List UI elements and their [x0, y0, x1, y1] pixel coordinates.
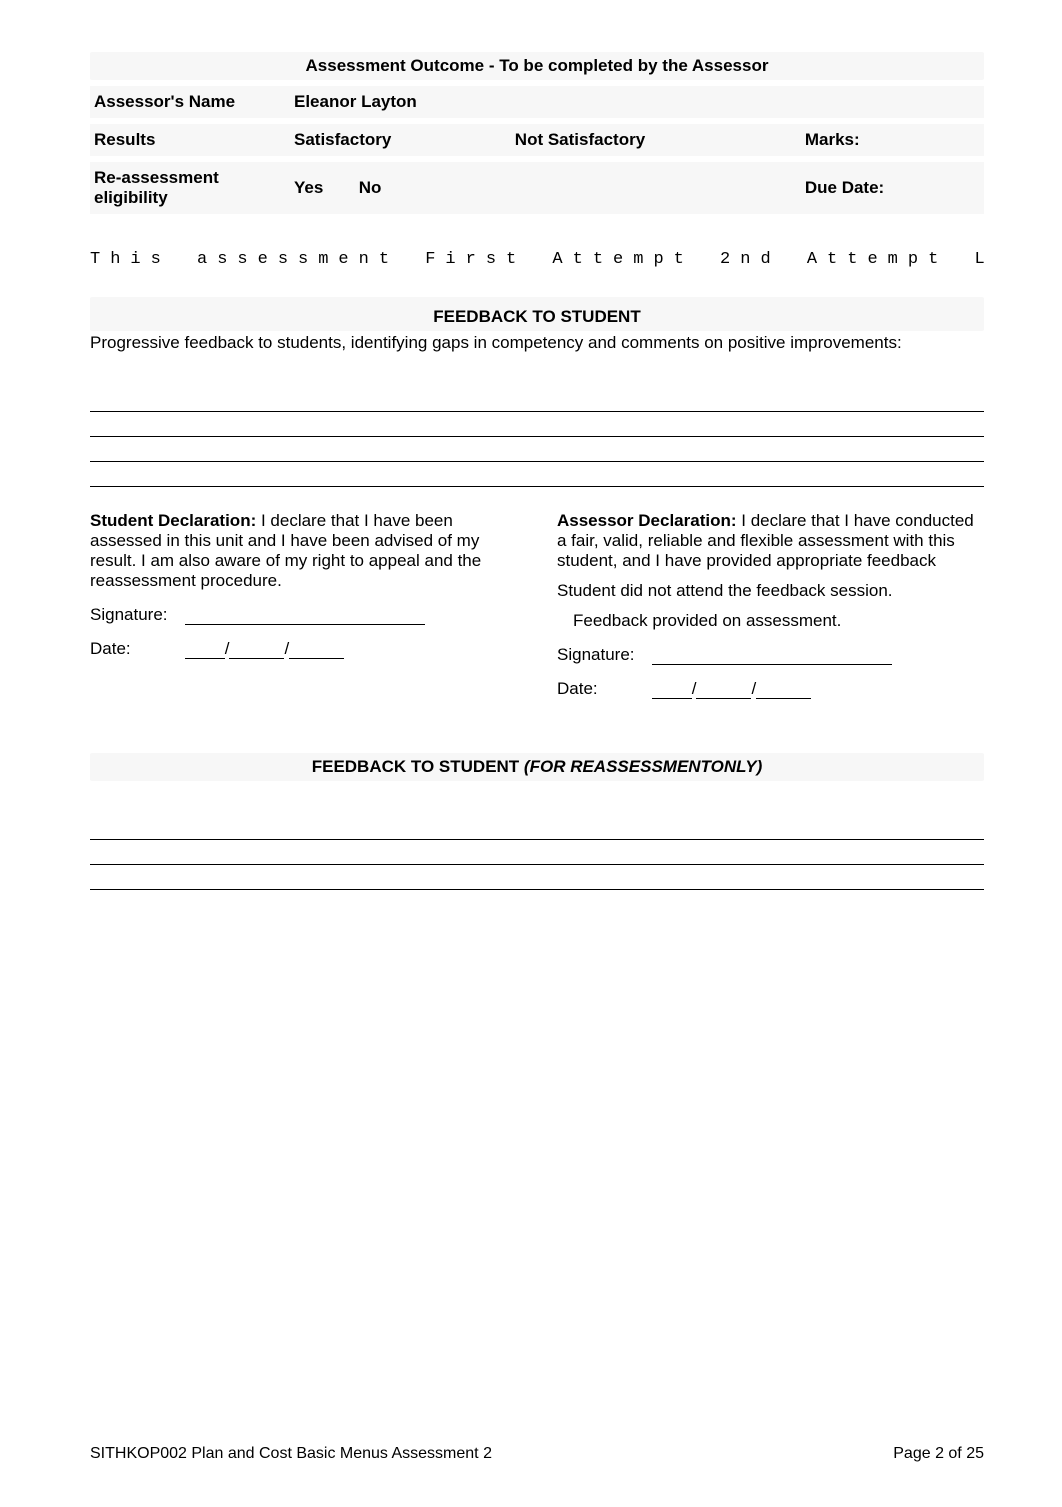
feedback-line — [90, 436, 984, 437]
assessor-opt-no-attend: Student did not attend the feedback sess… — [557, 581, 984, 601]
reassess-heading-band: FEEDBACK TO STUDENT (FOR REASSESSMENTONL… — [90, 753, 984, 781]
assessor-date-month[interactable] — [696, 682, 751, 699]
student-signature-row: Signature: — [90, 605, 517, 625]
reassess-line — [90, 839, 984, 840]
reassess-no: No — [359, 178, 382, 197]
assessor-date-day[interactable] — [652, 682, 692, 699]
declarations-row: Student Declaration: I declare that I ha… — [90, 511, 984, 699]
assessor-signature-field[interactable] — [652, 648, 892, 665]
footer-left: SITHKOP002 Plan and Cost Basic Menus Ass… — [90, 1445, 492, 1463]
feedback-line — [90, 486, 984, 487]
outcome-table: Assessor's Name Eleanor Layton Results S… — [90, 80, 984, 220]
assessor-name-value: Eleanor Layton — [290, 86, 984, 118]
assessor-signature-label: Signature: — [557, 645, 647, 665]
assessor-date-row: Date: // — [557, 679, 984, 699]
student-decl-label: Student Declaration: — [90, 511, 256, 530]
marks-label: Marks: — [801, 124, 984, 156]
footer-right: Page 2 of 25 — [893, 1445, 984, 1463]
table-row: Results Satisfactory Not Satisfactory Ma… — [90, 124, 984, 156]
outcome-heading: Assessment Outcome - To be completed by … — [96, 56, 978, 76]
table-row: Assessor's Name Eleanor Layton — [90, 86, 984, 118]
assessor-declaration: Assessor Declaration: I declare that I h… — [557, 511, 984, 699]
reassess-block: FEEDBACK TO STUDENT (FOR REASSESSMENTONL… — [90, 753, 984, 890]
reassess-line — [90, 864, 984, 865]
reassess-eligibility-label: Re-assessment eligibility — [90, 162, 290, 214]
reassess-heading-plain: FEEDBACK TO STUDENT — [312, 757, 524, 776]
assessor-signature-row: Signature: — [557, 645, 984, 665]
assessor-decl-label: Assessor Declaration: — [557, 511, 737, 530]
student-date-month[interactable] — [229, 642, 284, 659]
student-date-row: Date: // — [90, 639, 517, 659]
attempt-line: This assessment First Attempt 2nd Attemp… — [90, 250, 984, 269]
outcome-heading-band: Assessment Outcome - To be completed by … — [90, 52, 984, 80]
feedback-heading: FEEDBACK TO STUDENT — [96, 307, 978, 327]
feedback-heading-band: FEEDBACK TO STUDENT — [90, 297, 984, 331]
table-row: Re-assessment eligibility Yes No Due Dat… — [90, 162, 984, 214]
student-signature-label: Signature: — [90, 605, 180, 625]
results-satisfactory: Satisfactory — [290, 124, 511, 156]
student-signature-field[interactable] — [185, 608, 425, 625]
reassess-heading-ital: (FOR REASSESSMENTONLY) — [524, 757, 762, 776]
assessor-date-year[interactable] — [756, 682, 811, 699]
feedback-line — [90, 461, 984, 462]
student-declaration: Student Declaration: I declare that I ha… — [90, 511, 517, 699]
assessor-date-label: Date: — [557, 679, 647, 699]
due-date-label: Due Date: — [801, 162, 984, 214]
page: Assessment Outcome - To be completed by … — [0, 0, 1062, 1507]
feedback-subtext: Progressive feedback to students, identi… — [90, 333, 984, 353]
assessor-name-label: Assessor's Name — [90, 86, 290, 118]
reassess-heading: FEEDBACK TO STUDENT (FOR REASSESSMENTONL… — [96, 757, 978, 777]
student-date-year[interactable] — [289, 642, 344, 659]
assessor-opt-feedback-provided: Feedback provided on assessment. — [557, 611, 984, 631]
reassess-line — [90, 889, 984, 890]
page-footer: SITHKOP002 Plan and Cost Basic Menus Ass… — [90, 1445, 984, 1463]
reassess-yes: Yes — [294, 178, 354, 198]
feedback-line — [90, 411, 984, 412]
results-not-satisfactory: Not Satisfactory — [511, 124, 801, 156]
results-label: Results — [90, 124, 290, 156]
student-date-day[interactable] — [185, 642, 225, 659]
student-date-label: Date: — [90, 639, 180, 659]
